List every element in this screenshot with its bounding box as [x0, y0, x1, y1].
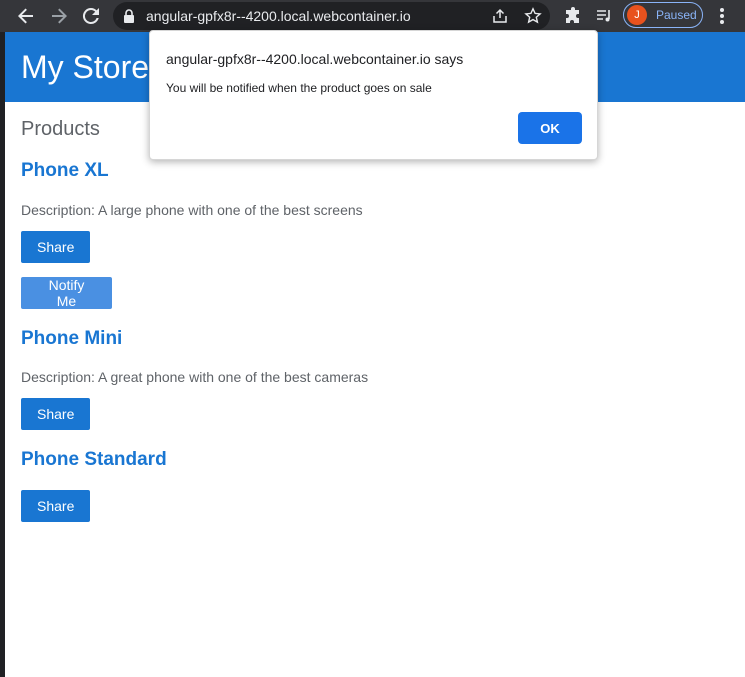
share-button[interactable]: Share — [21, 398, 90, 430]
products-heading: Products — [21, 118, 100, 140]
dialog-origin: angular-gpfx8r--4200.local.webcontainer.… — [166, 51, 464, 67]
dialog-message: You will be notified when the product go… — [166, 81, 432, 95]
share-page-icon[interactable] — [491, 7, 509, 30]
avatar: J — [627, 5, 647, 25]
profile-status-label: Paused — [656, 8, 697, 22]
back-icon[interactable] — [14, 4, 38, 28]
extensions-puzzle-icon[interactable] — [561, 4, 585, 28]
url-text[interactable]: angular-gpfx8r--4200.local.webcontainer.… — [146, 8, 411, 24]
kebab-menu-icon[interactable] — [710, 4, 734, 28]
product-name-phone-xl[interactable]: Phone XL — [21, 160, 109, 182]
forward-icon[interactable] — [47, 4, 71, 28]
product-name-phone-mini[interactable]: Phone Mini — [21, 328, 122, 350]
ok-button[interactable]: OK — [518, 112, 582, 144]
address-bar[interactable]: angular-gpfx8r--4200.local.webcontainer.… — [113, 2, 550, 30]
browser-toolbar: angular-gpfx8r--4200.local.webcontainer.… — [0, 0, 745, 32]
lock-icon[interactable] — [123, 9, 135, 28]
media-queue-icon[interactable] — [592, 4, 616, 28]
bookmark-star-icon[interactable] — [524, 7, 542, 30]
share-button[interactable]: Share — [21, 490, 90, 522]
product-description: Description: A large phone with one of t… — [21, 202, 363, 218]
store-title[interactable]: My Store — [21, 49, 149, 86]
profile-button[interactable]: J Paused — [623, 2, 703, 28]
alert-dialog: angular-gpfx8r--4200.local.webcontainer.… — [149, 30, 598, 160]
reload-icon[interactable] — [79, 4, 103, 28]
share-button[interactable]: Share — [21, 231, 90, 263]
product-name-phone-standard[interactable]: Phone Standard — [21, 449, 167, 471]
product-description: Description: A great phone with one of t… — [21, 369, 369, 385]
notify-me-button[interactable]: Notify Me — [21, 277, 112, 309]
